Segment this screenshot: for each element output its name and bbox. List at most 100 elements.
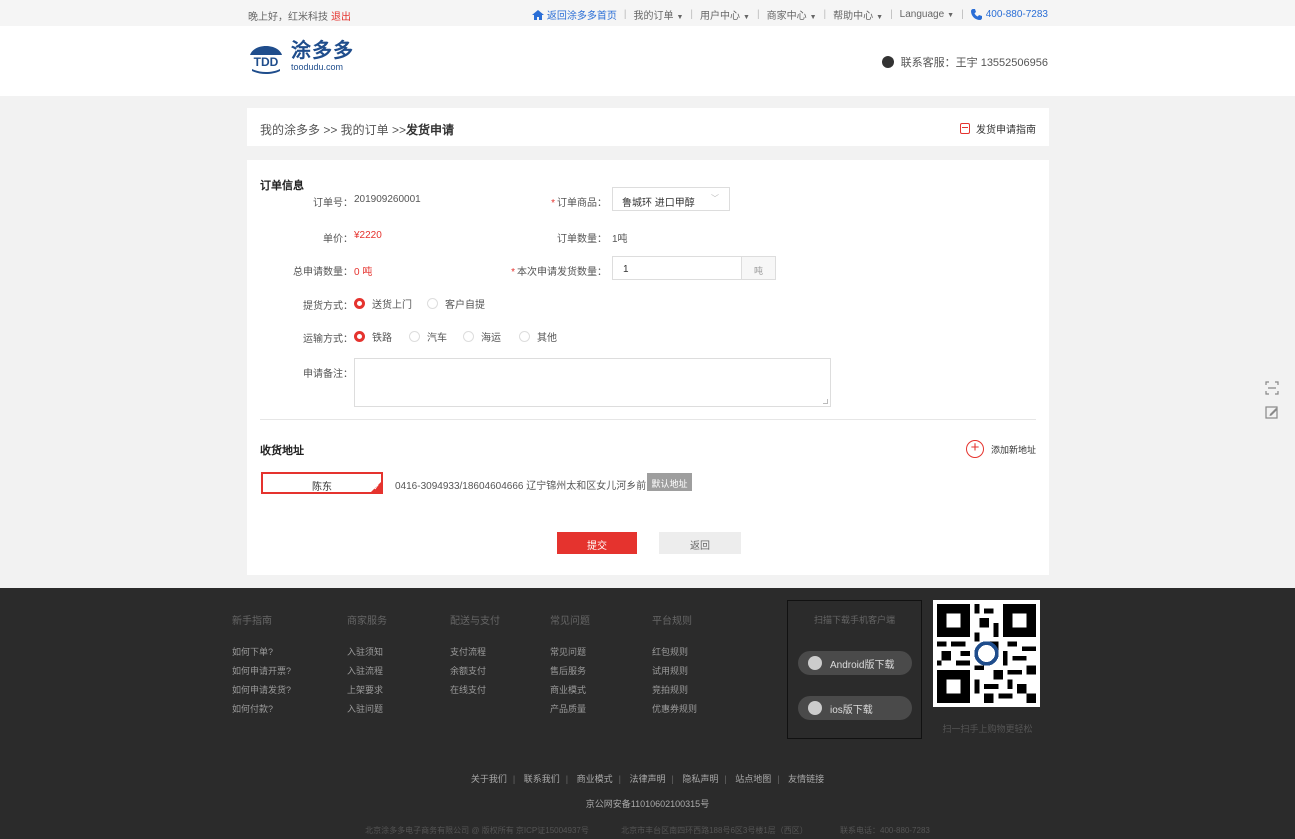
back-button[interactable]: 返回 <box>659 532 741 554</box>
transport-option-rail[interactable]: 铁路 <box>354 329 392 344</box>
footer-link[interactable]: 优惠券规则 <box>652 704 697 715</box>
footer-col-guide: 新手指南 如何下单? 如何申请开票? 如何申请发货? 如何付款? <box>232 612 291 723</box>
service-contact: 王宇 13552506956 <box>955 57 1048 69</box>
menu-language[interactable]: Language ▼ <box>900 9 954 20</box>
footer-link-about[interactable]: 关于我们 <box>471 774 507 784</box>
footer-link-contact[interactable]: 联系我们 <box>524 774 560 784</box>
radio-icon <box>519 331 530 342</box>
footer-link-friends[interactable]: 友情链接 <box>788 774 824 784</box>
qr-caption: 扫一扫手上购物更轻松 <box>942 724 1033 734</box>
chevron-down-icon: ▼ <box>947 12 955 19</box>
menu-user-center[interactable]: 用户中心 ▼ <box>700 7 750 22</box>
footer-link[interactable]: 常见问题 <box>550 647 590 658</box>
service-label: 联系客服： <box>900 57 956 69</box>
submit-button[interactable]: 提交 <box>557 532 637 554</box>
transport-label: 运输方式： <box>303 334 353 345</box>
footer-link[interactable]: 如何下单? <box>232 647 291 658</box>
remark-label: 申请备注： <box>303 369 353 380</box>
footer-link[interactable]: 支付流程 <box>450 647 500 658</box>
address-card-selected[interactable]: 陈东 ✓ <box>261 472 383 494</box>
breadcrumb-panel: 我的涂多多 >> 我的订单 >>发货申请 发货申请指南 <box>247 108 1049 146</box>
radio-selected-icon <box>354 331 365 342</box>
resize-grip-icon[interactable] <box>823 399 828 404</box>
breadcrumb-path[interactable]: 我的涂多多 >> 我的订单 >> <box>260 123 406 137</box>
product-select[interactable]: 鲁城环 进口甲醇 ﹀ <box>612 187 730 211</box>
site-logo[interactable]: TDD 涂多多 toodudu.com <box>246 39 354 75</box>
shipping-guide-link[interactable]: 发货申请指南 <box>960 121 1036 136</box>
footer-link-privacy[interactable]: 隐私声明 <box>682 774 718 784</box>
pickup-option-self[interactable]: 客户自提 <box>427 296 485 311</box>
address-info: 0416-3094933/18604604666 辽宁锦州太和区女儿河乡前白村 <box>395 481 667 492</box>
menu-label: Language <box>899 9 945 20</box>
hotline-number: 400-880-7283 <box>985 9 1048 20</box>
guide-label: 发货申请指南 <box>976 125 1036 136</box>
menu-help-center[interactable]: 帮助中心 ▼ <box>833 7 883 22</box>
footer-link[interactable]: 售后服务 <box>550 666 590 677</box>
footer-col-title: 新手指南 <box>232 616 272 627</box>
ios-download-button[interactable]: ios版下载 <box>798 696 912 720</box>
footer-link-sitemap[interactable]: 站点地图 <box>735 774 771 784</box>
check-icon: ✓ <box>373 483 380 492</box>
menu-my-orders[interactable]: 我的订单 ▼ <box>633 7 683 22</box>
radio-icon <box>427 298 438 309</box>
footer-link[interactable]: 商业模式 <box>550 685 590 696</box>
transport-option-sea[interactable]: 海运 <box>463 329 501 344</box>
chevron-down-icon: ▼ <box>743 14 750 21</box>
transport-option-other[interactable]: 其他 <box>519 329 557 344</box>
chevron-down-icon: ▼ <box>876 14 884 21</box>
radio-label: 汽车 <box>427 333 447 344</box>
footer-link[interactable]: 如何申请开票? <box>232 666 291 677</box>
footer-link[interactable]: 产品质量 <box>550 704 590 715</box>
menu-label: 帮助中心 <box>833 11 874 22</box>
footer-link[interactable]: 如何付款? <box>232 704 291 715</box>
logout-link[interactable]: 退出 <box>331 12 351 23</box>
menu-label: 我的订单 <box>633 11 674 22</box>
footer-link[interactable]: 如何申请发货? <box>232 685 291 696</box>
chevron-down-icon: ▼ <box>809 14 817 21</box>
footer-link[interactable]: 在线支付 <box>450 685 500 696</box>
chevron-down-icon: ▼ <box>676 14 684 21</box>
plus-circle-icon: + <box>965 440 984 458</box>
quantity-input[interactable]: 1 <box>612 256 742 280</box>
pickup-label: 提货方式： <box>303 301 353 312</box>
footer-link[interactable]: 红包规则 <box>652 647 697 658</box>
menu-merchant-center[interactable]: 商家中心 ▼ <box>767 7 817 22</box>
footer-link[interactable]: 余额支付 <box>450 666 500 677</box>
android-download-button[interactable]: Android版下载 <box>798 651 912 675</box>
footer-link-business[interactable]: 商业模式 <box>577 774 613 784</box>
transport-option-truck[interactable]: 汽车 <box>409 329 447 344</box>
screenshot-icon[interactable] <box>1265 381 1279 395</box>
headset-icon <box>881 56 894 68</box>
radio-label: 客户自提 <box>445 300 485 311</box>
this-apply-label: * 本次申请发货数量： <box>511 267 607 278</box>
price-label: 单价： <box>323 234 353 245</box>
footer-link-legal[interactable]: 法律声明 <box>629 774 665 784</box>
total-apply-value: 0 吨 <box>354 267 373 278</box>
home-link[interactable]: 返回涂多多首页 <box>531 7 617 22</box>
site-header: TDD 涂多多 toodudu.com 联系客服： 王宇 13552506956 <box>0 26 1295 96</box>
radio-icon <box>409 331 420 342</box>
edit-icon[interactable] <box>1265 405 1279 419</box>
default-address-badge: 默认地址 <box>647 473 692 491</box>
quantity-label: 订单数量： <box>557 234 607 245</box>
remark-textarea[interactable] <box>354 358 831 407</box>
footer-link[interactable]: 入驻须知 <box>347 647 387 658</box>
footer-link[interactable]: 竞拍规则 <box>652 685 697 696</box>
product-select-value: 鲁城环 进口甲醇 <box>622 198 695 209</box>
footer-link[interactable]: 试用规则 <box>652 666 697 677</box>
section-divider <box>260 419 1036 420</box>
total-apply-label: 总申请数量： <box>293 267 353 278</box>
menu-label: 用户中心 <box>700 11 741 22</box>
add-address-button[interactable]: + 添加新地址 <box>965 440 1036 458</box>
footer-link[interactable]: 入驻流程 <box>347 666 387 677</box>
order-info-title: 订单信息 <box>260 180 304 192</box>
phone-icon <box>970 9 982 20</box>
pickup-option-delivery[interactable]: 送货上门 <box>354 296 412 311</box>
footer-link[interactable]: 上架要求 <box>347 685 387 696</box>
menu-label: 商家中心 <box>766 11 807 22</box>
radio-label: 铁路 <box>372 333 392 344</box>
footer-link[interactable]: 入驻问题 <box>347 704 387 715</box>
footer-col-rules: 平台规则 红包规则 试用规则 竞拍规则 优惠券规则 <box>652 612 697 723</box>
radio-selected-icon <box>354 298 365 309</box>
address-name: 陈东 <box>312 482 332 493</box>
